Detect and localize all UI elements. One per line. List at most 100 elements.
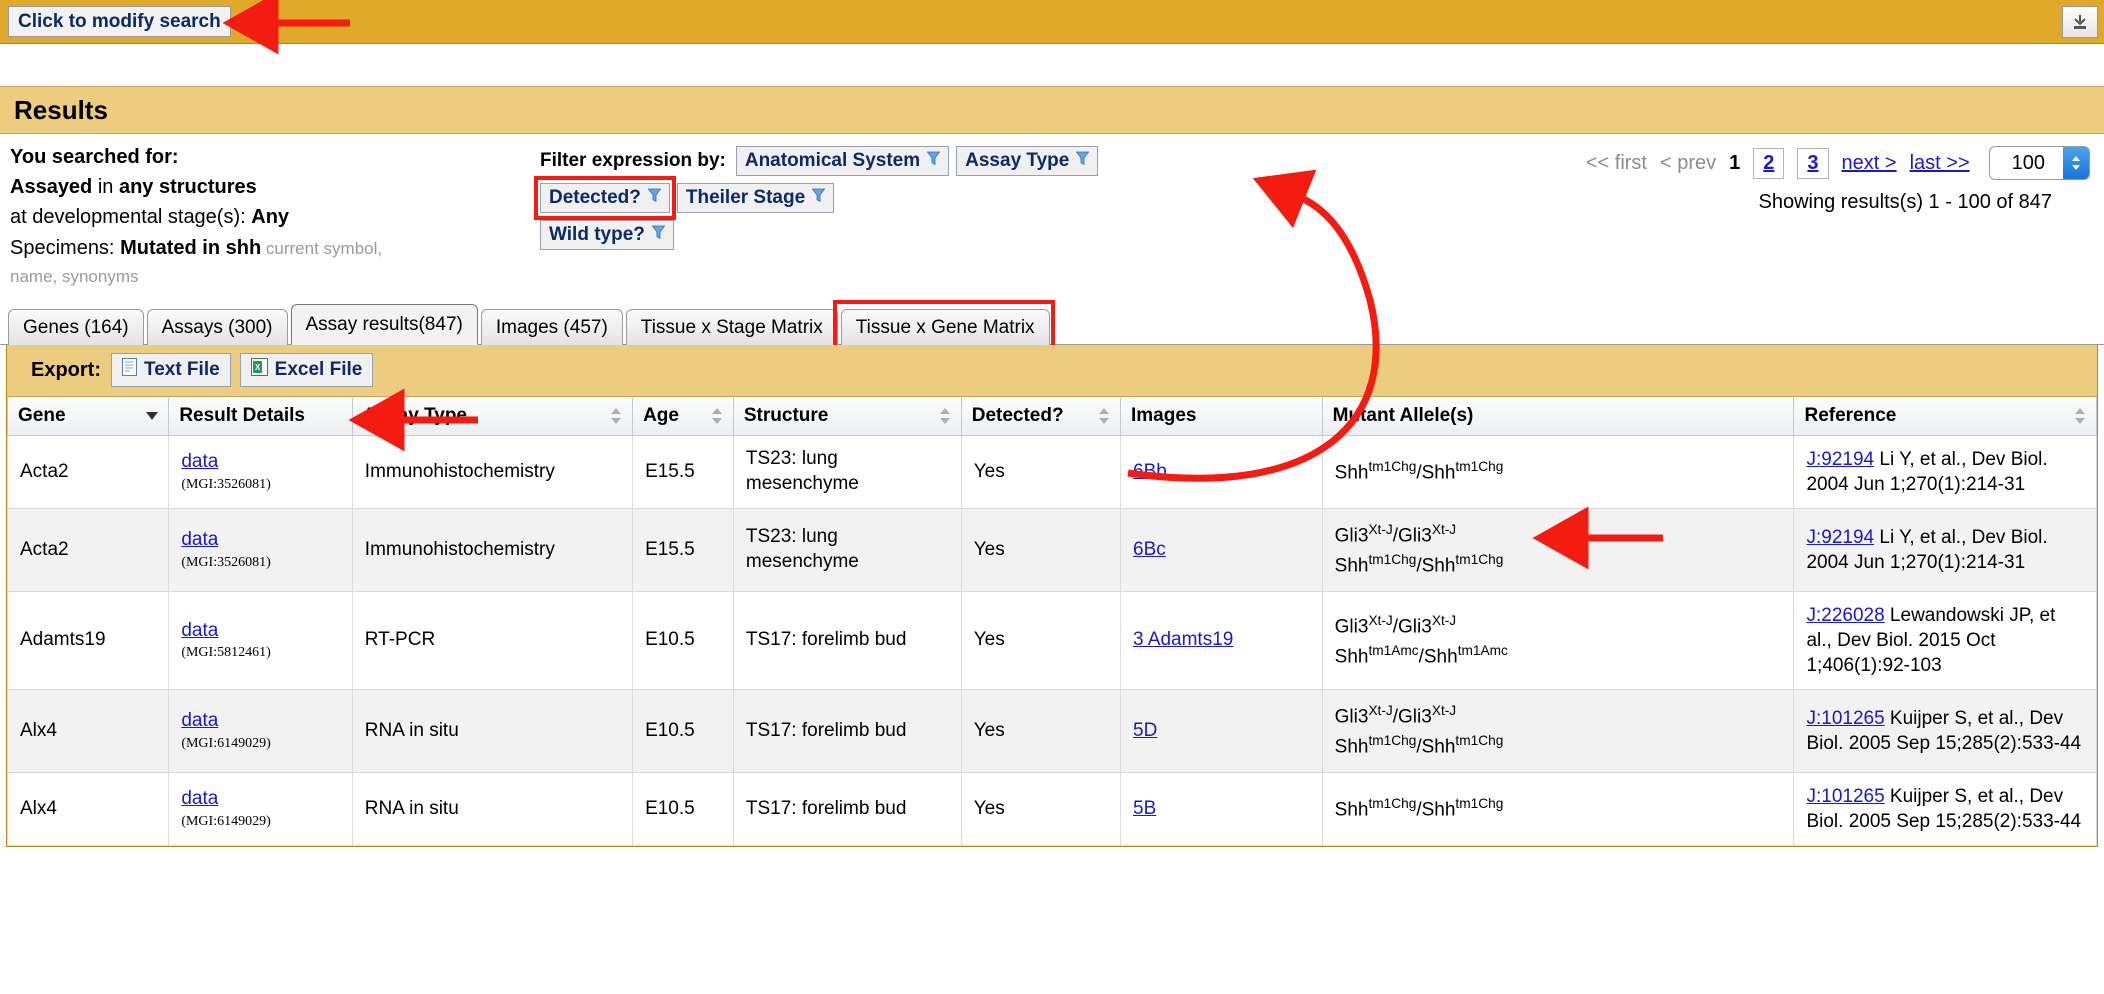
tab-genes[interactable]: Genes (164) xyxy=(8,308,144,345)
modify-search-button[interactable]: Click to modify search xyxy=(8,6,231,37)
results-panel: Export: Text File X Excel File Gene Resu… xyxy=(6,344,2098,848)
filter-wild-type-button[interactable]: Wild type? xyxy=(540,219,674,250)
table-row: Acta2 data (MGI:3526081) Immunohistochemist… xyxy=(6,434,2097,510)
result-details-id: (MGI:3526081) xyxy=(181,476,271,492)
showing-results-text: Showing results(s) 1 - 100 of 847 xyxy=(1758,191,2053,213)
result-details-link[interactable]: data xyxy=(181,788,218,809)
pagination-page-3[interactable]: 3 xyxy=(1797,147,1829,179)
result-details-link[interactable]: data xyxy=(181,451,218,472)
column-header-mutant-alleles[interactable]: Mutant Allele(s) xyxy=(1321,396,1795,436)
pagination-prev[interactable]: < prev xyxy=(1660,152,1716,175)
column-header-images[interactable]: Images xyxy=(1120,396,1323,436)
filter-label: Filter expression by: xyxy=(540,149,726,171)
cell-structure: TS23: lung mesenchyme xyxy=(732,434,962,510)
cell-mutant-alleles: Gli3Xt-J/Gli3Xt-J Shhtm1Chg/Shhtm1Chg xyxy=(1321,689,1795,773)
images-link[interactable]: 5D xyxy=(1133,720,1157,741)
tab-tissue-x-stage-matrix[interactable]: Tissue x Stage Matrix xyxy=(625,308,838,345)
filter-wild-type-label: Wild type? xyxy=(549,223,645,245)
pagination-next[interactable]: next > xyxy=(1842,152,1897,175)
detected-value: Yes xyxy=(973,797,1005,819)
page-size-select[interactable]: 100 xyxy=(1988,146,2090,180)
cell-images: 5B xyxy=(1120,771,1323,847)
pagination-first[interactable]: << first xyxy=(1586,152,1647,175)
filter-anatomical-system-button[interactable]: Anatomical System xyxy=(735,146,950,176)
assayed-in: in xyxy=(92,175,119,198)
stage-value: Any xyxy=(251,206,290,229)
cell-detected: Yes xyxy=(960,508,1122,592)
page-size-value: 100 xyxy=(2011,151,2045,174)
filter-theiler-stage-button[interactable]: Theiler Stage xyxy=(676,182,835,213)
images-link[interactable]: 3 Adamts19 xyxy=(1133,629,1233,650)
gene-name: Acta2 xyxy=(20,460,69,482)
result-details-link[interactable]: data xyxy=(181,529,218,550)
column-header-result-details[interactable]: Result Details xyxy=(168,396,353,436)
specimens-label: Specimens: xyxy=(10,236,121,259)
images-link[interactable]: 5B xyxy=(1133,798,1156,819)
search-criteria: You searched for: Assayed in any structu… xyxy=(0,144,540,289)
funnel-icon xyxy=(647,187,662,209)
cell-age: E15.5 xyxy=(632,434,734,510)
column-header-structure[interactable]: Structure xyxy=(732,396,962,436)
tab-assay-results[interactable]: Assay results(847) xyxy=(290,303,478,345)
column-header-gene[interactable]: Gene xyxy=(6,396,170,436)
reference-link[interactable]: J:92194 xyxy=(1806,449,1874,470)
result-details-link[interactable]: data xyxy=(181,620,218,641)
filter-detected-label: Detected? xyxy=(549,186,641,208)
column-header-assay-type[interactable]: Assay Type xyxy=(351,396,634,436)
reference-link[interactable]: J:226028 xyxy=(1806,605,1884,626)
filter-assay-type-button[interactable]: Assay Type xyxy=(956,146,1099,176)
assayed-label: Assayed xyxy=(10,175,93,198)
column-header-images-label: Images xyxy=(1131,404,1197,426)
cell-age: E10.5 xyxy=(632,771,734,847)
pagination-last[interactable]: last >> xyxy=(1910,152,1970,175)
cell-reference: J:101265 Kuijper S, et al., Dev Biol. 20… xyxy=(1793,689,2097,773)
filter-theiler-stage-wrap: Theiler Stage xyxy=(676,182,835,213)
cell-gene: Acta2 xyxy=(6,508,170,592)
column-header-reference[interactable]: Reference xyxy=(1793,396,2097,436)
cell-result-details: data (MGI:3526081) xyxy=(168,508,353,592)
allele-pair: Gli3Xt-J/Gli3Xt-J xyxy=(1334,612,1457,637)
collapse-down-icon[interactable] xyxy=(2062,5,2098,38)
funnel-icon xyxy=(651,224,666,246)
reference-link[interactable]: J:101265 xyxy=(1806,708,1884,729)
export-text-file-button[interactable]: Text File xyxy=(111,353,231,388)
spacer xyxy=(0,44,2104,86)
age-value: E10.5 xyxy=(645,797,695,819)
cell-structure: TS23: lung mesenchyme xyxy=(732,508,962,592)
funnel-icon xyxy=(1076,150,1090,172)
table-header-row: Gene Result Details Assay Type Age Struc… xyxy=(6,396,2097,436)
pagination-page-2[interactable]: 2 xyxy=(1753,147,1785,179)
result-details-id: (MGI:3526081) xyxy=(181,554,271,570)
sort-desc-icon xyxy=(146,411,159,420)
export-excel-file-button[interactable]: X Excel File xyxy=(239,353,374,388)
svg-text:X: X xyxy=(255,363,261,372)
table-body: Acta2 data (MGI:3526081) Immunohistochemist… xyxy=(6,434,2097,847)
tab-images[interactable]: Images (457) xyxy=(480,308,623,345)
cell-detected: Yes xyxy=(960,689,1122,773)
sort-updown-icon xyxy=(711,407,723,425)
filter-anatomical-system-label: Anatomical System xyxy=(744,150,921,171)
sort-updown-icon xyxy=(2074,407,2086,425)
age-value: E10.5 xyxy=(645,719,695,741)
search-criteria-heading: You searched for: xyxy=(10,146,179,168)
detected-value: Yes xyxy=(973,629,1005,651)
tab-bar: Genes (164) Assays (300) Assay results(8… xyxy=(0,299,2104,350)
images-link[interactable]: 6Bb xyxy=(1133,461,1167,482)
filter-detected-button[interactable]: Detected? xyxy=(540,182,670,213)
table-row: Alx4 data (MGI:6149029) RNA in situ E10.5 TS1… xyxy=(6,689,2097,773)
column-header-detected[interactable]: Detected? xyxy=(960,396,1122,436)
filter-assay-type-label: Assay Type xyxy=(965,150,1070,171)
excel-file-icon: X xyxy=(250,358,268,382)
tab-assays[interactable]: Assays (300) xyxy=(146,308,288,345)
cell-structure: TS17: forelimb bud xyxy=(732,590,962,691)
result-details-link[interactable]: data xyxy=(181,710,218,731)
reference-link[interactable]: J:101265 xyxy=(1806,786,1884,807)
filter-assay-type-wrap: Assay Type xyxy=(956,146,1099,176)
cell-reference: J:101265 Kuijper S, et al., Dev Biol. 20… xyxy=(1793,771,2097,847)
cell-mutant-alleles: Gli3Xt-J/Gli3Xt-J Shhtm1Chg/Shhtm1Chg xyxy=(1321,508,1795,592)
images-link[interactable]: 6Bc xyxy=(1133,539,1166,560)
tab-tissue-x-gene-matrix[interactable]: Tissue x Gene Matrix xyxy=(840,308,1050,345)
column-header-age[interactable]: Age xyxy=(632,396,734,436)
reference-link[interactable]: J:92194 xyxy=(1806,527,1874,548)
column-header-reference-label: Reference xyxy=(1804,404,1897,426)
